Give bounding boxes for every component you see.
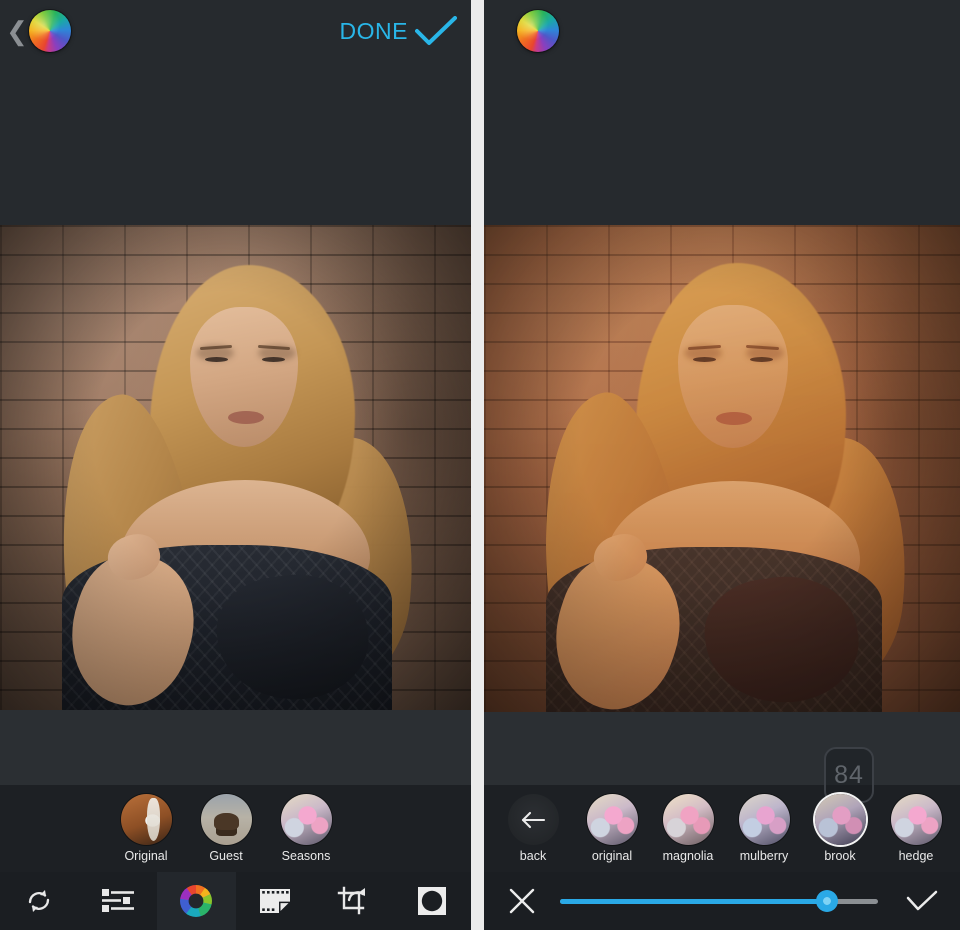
right-photo-gap — [484, 712, 960, 785]
flower-thumb — [890, 794, 942, 846]
confirm-button[interactable] — [884, 872, 960, 930]
filter-label: magnolia — [662, 849, 714, 864]
filter-item-hedge[interactable]: hedge — [888, 794, 944, 863]
photo-preview-filtered[interactable] — [484, 225, 960, 712]
sliders-icon — [101, 889, 134, 912]
filter-item-brook[interactable]: brook — [812, 794, 868, 863]
back-circle — [507, 794, 559, 846]
slider-fill — [560, 898, 828, 904]
left-photo-gap — [0, 710, 471, 785]
flower-thumb — [586, 794, 638, 846]
flower-thumb-cool — [738, 794, 790, 846]
photo-preview-original[interactable] — [0, 225, 471, 710]
left-top-bar: ❮ DONE — [0, 0, 471, 60]
arrow-left-icon — [521, 811, 546, 828]
done-button[interactable]: DONE — [340, 14, 457, 48]
filter-label: hedge — [898, 849, 934, 864]
color-wheel-logo-icon[interactable] — [29, 10, 71, 52]
preset-label: Guest — [209, 849, 243, 864]
crop-rotate-icon — [338, 886, 366, 915]
intensity-slider[interactable] — [560, 872, 884, 930]
filter-label: brook — [824, 849, 856, 864]
color-button[interactable] — [157, 872, 236, 930]
filter-back-button[interactable]: back — [502, 794, 564, 863]
check-icon — [415, 16, 457, 45]
preset-item-guest[interactable]: Guest — [198, 794, 254, 863]
left-bottom-toolbar — [0, 872, 471, 930]
left-screen-panel: ❮ DONE Original Guest Seasons — [0, 0, 471, 930]
right-filter-strip: 84 back original magnolia mulberry brook… — [484, 747, 960, 872]
filter-back-label: back — [519, 849, 547, 864]
film-strip-icon — [259, 889, 291, 914]
chevron-left-icon[interactable]: ❮ — [6, 16, 28, 46]
filter-label: original — [591, 849, 633, 864]
preset-label: Original — [124, 849, 168, 864]
right-screen-panel: 84 back original magnolia mulberry brook… — [484, 0, 960, 930]
flower-thumb-dark — [814, 794, 866, 846]
cancel-button[interactable] — [484, 872, 560, 930]
adjust-button[interactable] — [79, 872, 158, 930]
filter-label: mulberry — [739, 849, 789, 864]
crop-rotate-button[interactable] — [314, 872, 393, 930]
close-x-icon — [509, 888, 535, 914]
horse-thumb — [120, 794, 172, 846]
rotate-refresh-icon — [29, 890, 50, 912]
filters-button[interactable] — [236, 872, 315, 930]
preset-item-seasons[interactable]: Seasons — [278, 794, 334, 863]
slider-handle[interactable] — [816, 890, 839, 912]
slider-track[interactable] — [560, 890, 878, 912]
flower-thumb — [280, 794, 332, 846]
preset-item-original[interactable]: Original — [118, 794, 174, 863]
panel-divider — [471, 0, 484, 930]
left-preset-strip: Original Guest Seasons — [0, 785, 471, 872]
filter-item-magnolia[interactable]: magnolia — [660, 794, 716, 863]
right-top-bar — [484, 0, 960, 60]
filter-item-original[interactable]: original — [584, 794, 640, 863]
color-wheel-icon — [179, 884, 214, 918]
color-wheel-logo-icon[interactable] — [517, 10, 559, 52]
done-button-label: DONE — [339, 17, 408, 44]
check-icon — [906, 890, 938, 911]
vignette-button[interactable] — [393, 872, 472, 930]
preset-label: Seasons — [281, 849, 331, 864]
bison-thumb — [200, 794, 252, 846]
app-root: ❮ DONE Original Guest Seasons 84 back or… — [0, 0, 960, 930]
flower-thumb-warm — [662, 794, 714, 846]
reset-rotate-button[interactable] — [0, 872, 79, 930]
right-bottom-toolbar — [484, 872, 960, 930]
filter-item-mulberry[interactable]: mulberry — [736, 794, 792, 863]
vignette-icon — [417, 887, 446, 915]
